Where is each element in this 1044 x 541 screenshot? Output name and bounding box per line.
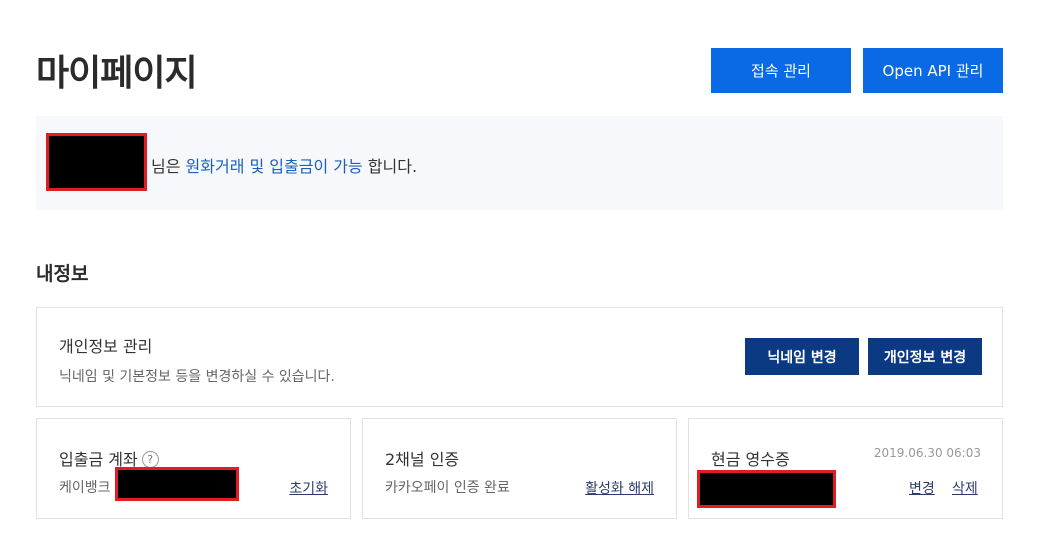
mypage: 마이페이지 접속 관리 Open API 관리 님은 원화거래 및 입출금이 가…: [0, 0, 1044, 541]
delete-receipt-link[interactable]: 삭제: [952, 478, 978, 498]
status-suffix: 합니다.: [362, 157, 418, 176]
personal-info-description: 닉네임 및 기본정보 등을 변경하실 수 있습니다.: [59, 369, 335, 385]
auth-status: 카카오페이 인증 완료: [385, 480, 510, 496]
open-api-management-button[interactable]: Open API 관리: [863, 48, 1003, 93]
cash-receipt-title: 현금 영수증: [711, 450, 790, 469]
deactivate-auth-link[interactable]: 활성화 해제: [585, 478, 654, 498]
personal-info-title: 개인정보 관리: [59, 337, 153, 356]
reset-account-link[interactable]: 초기화: [289, 478, 328, 498]
change-personal-info-button[interactable]: 개인정보 변경: [868, 338, 982, 375]
status-highlight: 원화거래 및 입출금이 가능: [185, 157, 363, 176]
status-prefix: 님은: [151, 157, 186, 176]
cash-receipt-card: 현금 영수증 2019.06.30 06:03 변경 삭제: [688, 418, 1003, 519]
change-receipt-link[interactable]: 변경: [909, 478, 935, 498]
bank-account-card: 입출금 계좌? 케이뱅크 초기화: [36, 418, 351, 519]
section-title-my-info: 내정보: [36, 263, 89, 285]
redacted-receipt-info: [697, 470, 836, 508]
redacted-username: [46, 133, 147, 191]
change-nickname-button[interactable]: 닉네임 변경: [745, 338, 859, 375]
receipt-timestamp: 2019.06.30 06:03: [873, 446, 981, 460]
two-channel-auth-title: 2채널 인증: [385, 450, 460, 469]
account-status-notice: 님은 원화거래 및 입출금이 가능 합니다.: [36, 116, 1003, 210]
access-management-button[interactable]: 접속 관리: [711, 48, 851, 93]
redacted-account-number: [115, 467, 239, 501]
status-message: 님은 원화거래 및 입출금이 가능 합니다.: [151, 153, 417, 177]
two-channel-auth-card: 2채널 인증 카카오페이 인증 완료 활성화 해제: [362, 418, 677, 519]
personal-info-card: 개인정보 관리 닉네임 및 기본정보 등을 변경하실 수 있습니다. 닉네임 변…: [36, 307, 1003, 407]
bank-name: 케이뱅크: [59, 480, 111, 496]
page-title: 마이페이지: [36, 53, 198, 94]
help-icon[interactable]: ?: [141, 451, 159, 468]
